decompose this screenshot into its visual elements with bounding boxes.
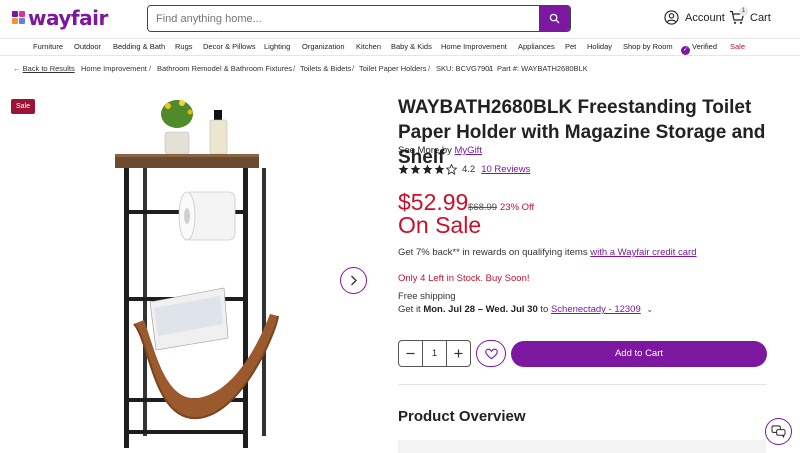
nav-item-decor-pillows[interactable]: Decor & Pillows (203, 42, 256, 51)
wayfair-logo[interactable]: wayfair (12, 6, 108, 30)
star-filled-icon (422, 164, 433, 175)
nav-item-organization[interactable]: Organization (302, 42, 345, 51)
see-more-prefix: See More by (398, 145, 452, 156)
search-bar (147, 5, 571, 32)
nav-item-baby-kids[interactable]: Baby & Kids (391, 42, 432, 51)
see-more-by: See More by MyGift (398, 145, 482, 156)
section-divider (398, 384, 766, 385)
nav-item-home-improvement[interactable]: Home Improvement (441, 42, 507, 51)
nav-item-pet[interactable]: Pet (565, 42, 576, 51)
quantity-value[interactable]: 1 (422, 341, 447, 366)
breadcrumb-item-bathroom-remodel[interactable]: Bathroom Remodel & Bathroom Fixtures (157, 64, 292, 73)
rating-stars (398, 164, 457, 175)
rewards-text: Get 7% back** in rewards on qualifying i… (398, 247, 588, 258)
breadcrumb-separator: / (428, 64, 431, 73)
star-filled-icon (410, 164, 421, 175)
favorite-button[interactable] (476, 340, 506, 367)
nav-item-furniture[interactable]: Furniture (33, 42, 63, 51)
cart-label: Cart (750, 11, 771, 24)
sale-tag: Sale (11, 99, 35, 114)
delivery-prefix: Get it (398, 304, 421, 315)
rewards-message: Get 7% back** in rewards on qualifying i… (398, 247, 697, 258)
discount-badge: 23% Off (500, 202, 535, 213)
back-to-results-link[interactable]: ← Back to Results (13, 64, 75, 73)
cart-button[interactable]: 1 Cart (729, 7, 771, 25)
delivery-to: to (540, 304, 549, 315)
heart-icon (484, 348, 498, 359)
shipping-info: Free shipping (398, 291, 456, 302)
quantity-stepper: 1 (398, 340, 471, 367)
nav-item-bedding-bath[interactable]: Bedding & Bath (113, 42, 165, 51)
decrease-quantity-button[interactable] (399, 341, 422, 366)
star-filled-icon (434, 164, 445, 175)
account-button[interactable]: Account (664, 10, 725, 25)
account-icon (664, 10, 679, 25)
nav-item-kitchen[interactable]: Kitchen (356, 42, 381, 51)
brand-link[interactable]: MyGift (455, 145, 482, 156)
search-input[interactable] (148, 6, 541, 31)
breadcrumb-item-home-improvement[interactable]: Home Improvement (81, 64, 147, 73)
nav-item-appliances[interactable]: Appliances (518, 42, 555, 51)
delivery-estimate: Get it Mon. Jul 28 – Wed. Jul 30 to Sche… (398, 304, 653, 315)
product-title: WAYBATH2680BLK Freestanding Toilet Paper… (398, 97, 766, 168)
breadcrumb-sku: SKU: BCVG7901 (436, 64, 494, 73)
breadcrumb-item-toilets-bidets[interactable]: Toilets & Bidets (300, 64, 351, 73)
nav-item-holiday[interactable]: Holiday (587, 42, 612, 51)
nav-item-shop-by-room[interactable]: Shop by Room (623, 42, 673, 51)
nav-item-outdoor[interactable]: Outdoor (74, 42, 101, 51)
verified-icon: ✓ (681, 46, 690, 55)
site-header: wayfair Account 1 Cart (0, 0, 800, 38)
nav-item-sale[interactable]: Sale (730, 42, 745, 51)
logo-text: wayfair (28, 6, 108, 30)
nav-item-verified[interactable]: ✓ Verified (681, 42, 717, 55)
logo-mark-icon (12, 11, 26, 25)
breadcrumb-separator: / (149, 64, 152, 73)
credit-card-link[interactable]: with a Wayfair credit card (590, 247, 696, 258)
plus-icon (454, 349, 463, 358)
delivery-dates: Mon. Jul 28 – Wed. Jul 30 (423, 304, 538, 315)
product-overview-heading: Product Overview (398, 408, 526, 425)
back-to-results-label: Back to Results (22, 64, 75, 73)
category-nav: Furniture Outdoor Bedding & Bath Rugs De… (0, 38, 800, 56)
on-sale-label: On Sale (398, 212, 482, 238)
breadcrumb-separator: / (489, 64, 492, 73)
breadcrumb-part-number: Part #: WAYBATH2680BLK (497, 64, 588, 73)
gallery-next-button[interactable] (340, 267, 367, 294)
product-image[interactable] (110, 92, 290, 453)
account-label: Account (685, 11, 725, 24)
search-button[interactable] (539, 6, 570, 31)
back-arrow-icon: ← (13, 64, 21, 73)
breadcrumb-separator: / (293, 64, 296, 73)
chevron-right-icon (351, 275, 357, 286)
rating-value: 4.2 (462, 164, 476, 175)
breadcrumb-separator: / (352, 64, 355, 73)
product-rating[interactable]: 4.2 10 Reviews (398, 164, 530, 175)
minus-icon (406, 352, 415, 355)
nav-item-lighting[interactable]: Lighting (264, 42, 290, 51)
star-filled-icon (398, 164, 409, 175)
chat-button[interactable] (765, 418, 792, 445)
breadcrumb-item-toilet-paper-holders[interactable]: Toilet Paper Holders (359, 64, 427, 73)
product-overview-panel (398, 440, 766, 453)
chevron-down-icon[interactable]: ⌄ (646, 305, 653, 314)
nav-item-rugs[interactable]: Rugs (175, 42, 193, 51)
chat-icon (771, 425, 786, 438)
star-outline-icon (446, 164, 457, 175)
nav-item-verified-label: Verified (692, 42, 718, 51)
increase-quantity-button[interactable] (447, 341, 470, 366)
cart-count-badge: 1 (739, 7, 748, 16)
delivery-location-link[interactable]: Schenectady - 12309 (551, 304, 641, 315)
add-to-cart-button[interactable]: Add to Cart (511, 341, 767, 367)
stock-status: Only 4 Left in Stock. Buy Soon! (398, 273, 530, 284)
reviews-link[interactable]: 10 Reviews (481, 164, 530, 175)
search-icon (549, 13, 560, 24)
